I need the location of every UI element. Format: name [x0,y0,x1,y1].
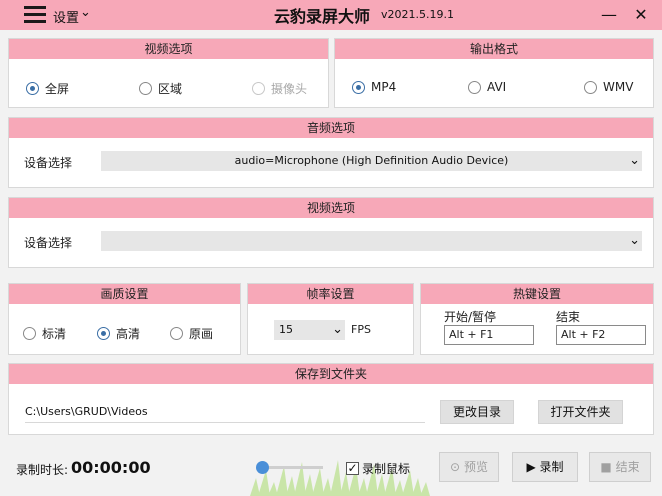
stop-button: ■ 结束 [589,452,651,482]
check-icon: ✓ [346,461,359,475]
change-dir-button[interactable]: 更改目录 [440,400,514,424]
radio-dot [170,327,183,340]
save-folder-panel: 保存到文件夹 C:\Users\GRUD\Videos 更改目录 打开文件夹 [8,363,654,435]
hotkey-panel: 热键设置 开始/暂停 Alt + F1 结束 Alt + F2 [420,283,654,355]
checkbox-label: 录制鼠标 [362,462,411,476]
radio-dot [584,80,597,94]
video-device-panel: 视频选项 设备选择 ⌄ [8,197,654,268]
panel-heading: 热键设置 [421,284,653,304]
radio-dot [97,327,110,340]
radio-label: WMV [603,80,634,94]
settings-menu[interactable]: 设置 [53,7,79,26]
chevron-down-icon: ⌄ [629,233,640,248]
radio-hd[interactable]: 高清 [97,325,140,342]
radio-label: 摄像头 [271,82,308,96]
radio-dot [468,80,481,94]
stop-label: 结束 [556,310,581,324]
app-version: v2021.5.19.1 [381,8,454,21]
radio-dot [352,80,365,94]
quality-panel: 画质设置 标清 高清 原画 [8,283,241,355]
panel-heading: 输出格式 [335,39,653,59]
volume-slider-thumb[interactable] [256,461,269,474]
panel-heading: 视频选项 [9,198,653,218]
panel-heading: 帧率设置 [248,284,413,304]
panel-heading: 音频选项 [9,118,653,138]
start-pause-label: 开始/暂停 [444,310,497,324]
radio-mp4[interactable]: MP4 [352,80,396,94]
play-icon: ▶ [526,460,536,474]
video-device-select[interactable]: ⌄ [101,231,642,251]
video-device-label: 设备选择 [24,236,73,250]
preview-icon: ⊙ [450,460,461,474]
video-options-panel: 视频选项 全屏 区域 摄像头 [8,38,329,108]
audio-device-select[interactable]: audio=Microphone (High Definition Audio … [101,151,642,171]
minimize-button[interactable]: — [598,4,620,26]
preview-button: ⊙ 预览 [439,452,499,482]
radio-dot [252,82,265,95]
radio-standard[interactable]: 标清 [23,325,66,342]
radio-region[interactable]: 区域 [139,80,182,97]
rec-time-value: 00:00:00 [71,458,151,477]
record-cursor-checkbox[interactable]: ✓ 录制鼠标 [346,460,410,477]
radio-label: 原画 [189,327,214,341]
radio-dot [23,327,36,340]
radio-label: 标清 [42,327,67,341]
button-label: 预览 [463,460,488,474]
button-label: 结束 [615,460,640,474]
radio-label: MP4 [371,80,397,94]
framerate-select[interactable]: 15 ⌄ [274,320,345,340]
radio-label: 全屏 [45,82,70,96]
panel-heading: 视频选项 [9,39,328,59]
radio-label: 高清 [116,327,141,341]
app-title: 云豹录屏大师 [274,7,371,26]
radio-avi[interactable]: AVI [468,80,506,94]
radio-dot [26,82,39,95]
menu-icon[interactable] [24,6,46,24]
framerate-panel: 帧率设置 15 ⌄ FPS [247,283,414,355]
chevron-down-icon[interactable]: ⌄ [80,5,91,20]
select-value: 15 [279,323,293,336]
stop-hotkey-input[interactable]: Alt + F2 [556,325,646,345]
radio-wmv[interactable]: WMV [584,80,633,94]
start-pause-hotkey-input[interactable]: Alt + F1 [444,325,534,345]
open-folder-button[interactable]: 打开文件夹 [538,400,623,424]
radio-label: AVI [487,80,507,94]
panel-heading: 画质设置 [9,284,240,304]
radio-dot [139,82,152,95]
panel-heading: 保存到文件夹 [9,364,653,384]
button-label: 录制 [539,460,564,474]
volume-slider-track[interactable] [263,466,323,469]
fps-unit: FPS [351,323,371,336]
select-value: audio=Microphone (High Definition Audio … [234,154,509,167]
radio-fullscreen[interactable]: 全屏 [26,80,69,97]
chevron-down-icon: ⌄ [332,322,343,337]
rec-time-label: 录制时长: [16,463,69,477]
stop-icon: ■ [600,460,612,474]
title-bar: 设置 ⌄ 云豹录屏大师 v2021.5.19.1 — ✕ [0,0,662,30]
record-button[interactable]: ▶ 录制 [512,452,578,482]
audio-device-label: 设备选择 [24,156,73,170]
audio-options-panel: 音频选项 设备选择 audio=Microphone (High Definit… [8,117,654,188]
output-format-panel: 输出格式 MP4 AVI WMV [334,38,654,108]
chevron-down-icon: ⌄ [629,153,640,168]
save-path-field[interactable]: C:\Users\GRUD\Videos [25,405,425,423]
close-button[interactable]: ✕ [630,4,652,26]
radio-camera: 摄像头 [252,80,307,97]
radio-original[interactable]: 原画 [170,325,213,342]
radio-label: 区域 [158,82,183,96]
